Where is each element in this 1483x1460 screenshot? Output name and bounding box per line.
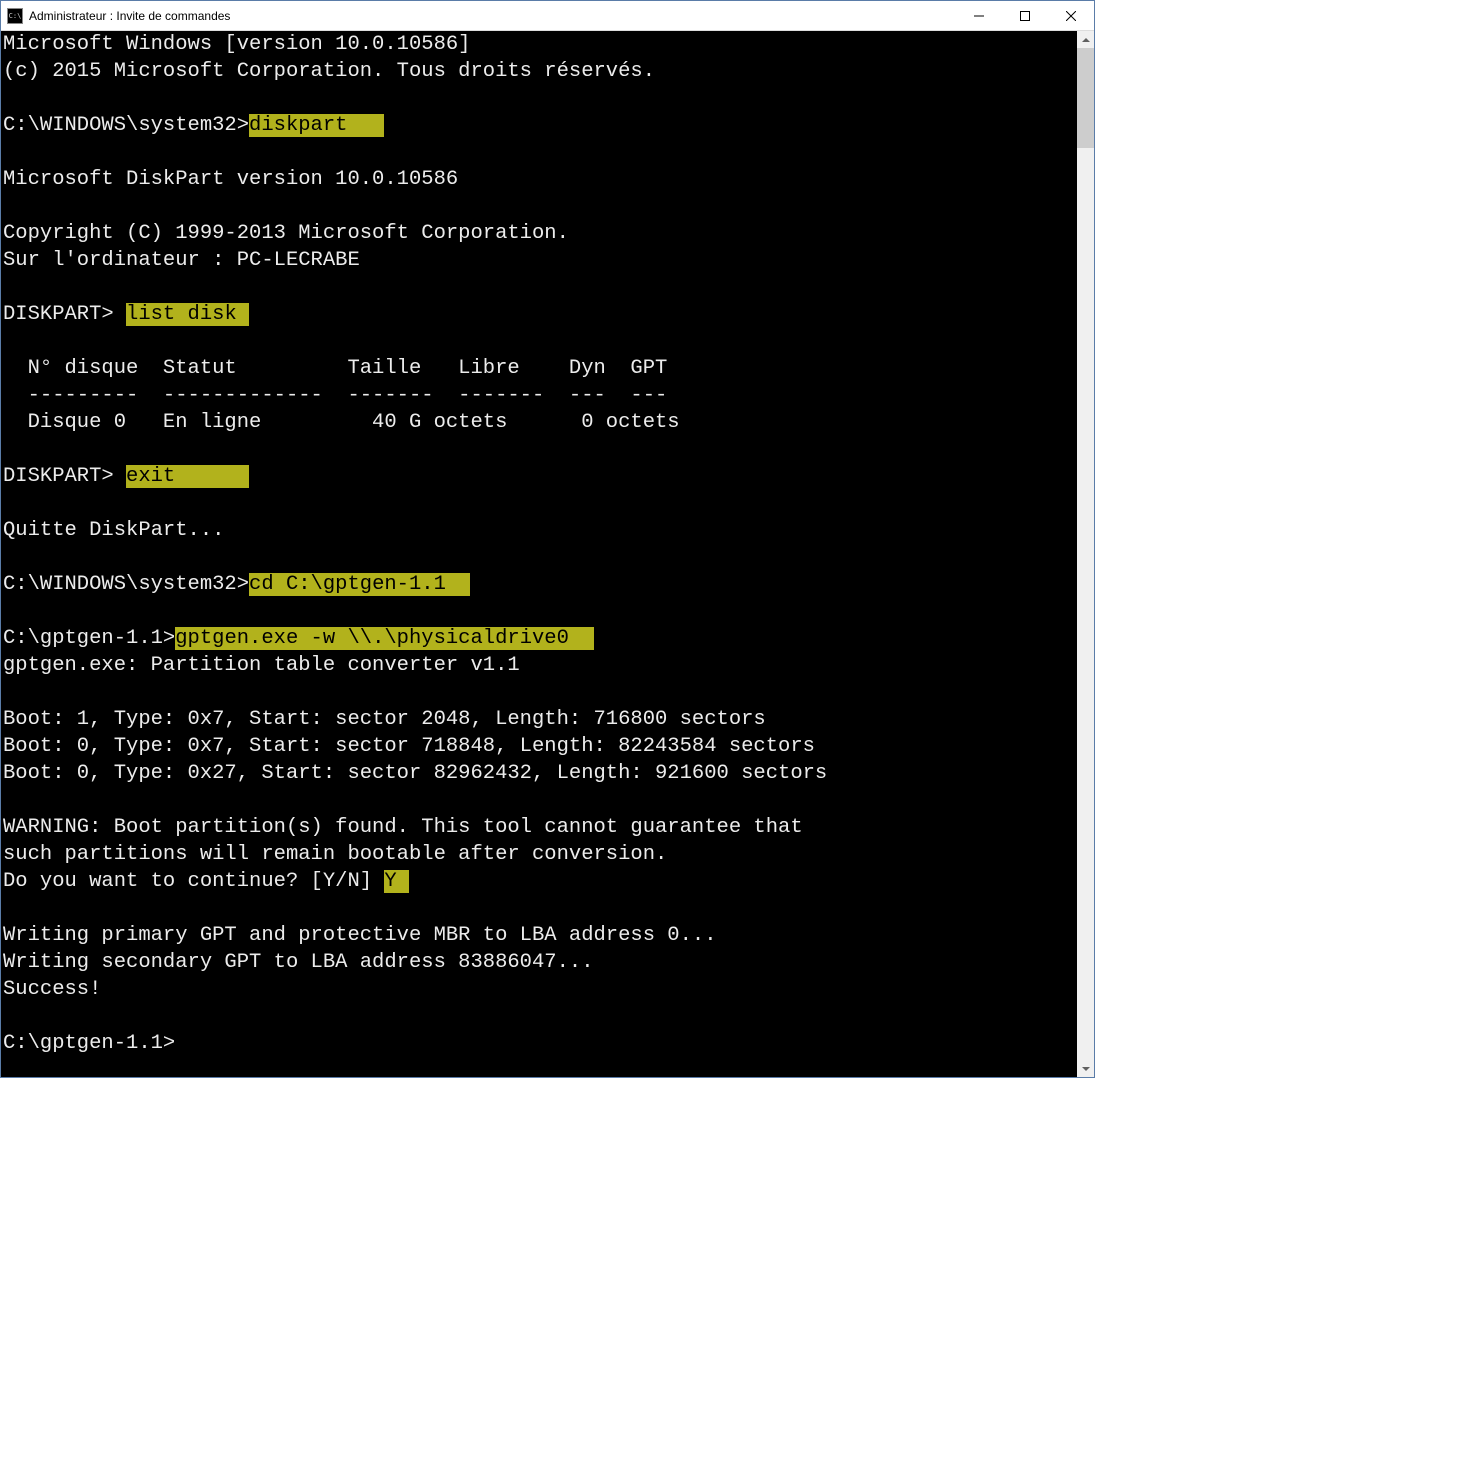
chevron-up-icon <box>1082 38 1090 42</box>
terminal-text: DISKPART> <box>3 303 126 326</box>
window-controls <box>956 1 1094 30</box>
terminal-line <box>3 598 1077 625</box>
terminal-text: Microsoft Windows [version 10.0.10586] <box>3 33 470 56</box>
scroll-down-button[interactable] <box>1077 1060 1094 1077</box>
terminal-line <box>3 274 1077 301</box>
terminal-line: C:\gptgen-1.1> <box>3 1030 1077 1057</box>
terminal-line: Writing secondary GPT to LBA address 838… <box>3 949 1077 976</box>
highlighted-command: diskpart <box>249 114 384 137</box>
terminal-text: Quitte DiskPart... <box>3 519 224 542</box>
terminal-line: gptgen.exe: Partition table converter v1… <box>3 652 1077 679</box>
terminal-line <box>3 787 1077 814</box>
terminal-text: WARNING: Boot partition(s) found. This t… <box>3 816 803 839</box>
chevron-down-icon <box>1082 1067 1090 1071</box>
titlebar[interactable]: C:\ Administrateur : Invite de commandes <box>1 1 1094 31</box>
scroll-up-button[interactable] <box>1077 31 1094 48</box>
close-button[interactable] <box>1048 1 1094 30</box>
terminal-line: (c) 2015 Microsoft Corporation. Tous dro… <box>3 58 1077 85</box>
highlighted-command: exit <box>126 465 249 488</box>
highlighted-command: list disk <box>126 303 249 326</box>
terminal-text: Success! <box>3 978 101 1001</box>
terminal-line: Quitte DiskPart... <box>3 517 1077 544</box>
terminal-line <box>3 193 1077 220</box>
highlighted-command: cd C:\gptgen-1.1 <box>249 573 470 596</box>
vertical-scrollbar[interactable] <box>1077 31 1094 1077</box>
terminal-text: --------- ------------- ------- ------- … <box>3 384 667 407</box>
terminal-line: C:\WINDOWS\system32>diskpart <box>3 112 1077 139</box>
terminal-line <box>3 328 1077 355</box>
terminal-text: Writing secondary GPT to LBA address 838… <box>3 951 594 974</box>
terminal-text: Microsoft DiskPart version 10.0.10586 <box>3 168 458 191</box>
terminal-line: Boot: 0, Type: 0x27, Start: sector 82962… <box>3 760 1077 787</box>
terminal-text: C:\gptgen-1.1> <box>3 1032 175 1055</box>
terminal-line: Writing primary GPT and protective MBR t… <box>3 922 1077 949</box>
terminal-text: N° disque Statut Taille Libre Dyn GPT <box>3 357 667 380</box>
content-area: Microsoft Windows [version 10.0.10586] (c… <box>1 31 1094 1077</box>
cmd-icon: C:\ <box>7 8 23 24</box>
terminal-text: C:\WINDOWS\system32> <box>3 573 249 596</box>
terminal-line <box>3 85 1077 112</box>
terminal-text: Copyright (C) 1999-2013 Microsoft Corpor… <box>3 222 569 245</box>
terminal-text: C:\gptgen-1.1> <box>3 627 175 650</box>
terminal-line: C:\WINDOWS\system32>cd C:\gptgen-1.1 <box>3 571 1077 598</box>
terminal-line: Success! <box>3 976 1077 1003</box>
terminal-line <box>3 436 1077 463</box>
window-title: Administrateur : Invite de commandes <box>29 9 956 23</box>
terminal-text: (c) 2015 Microsoft Corporation. Tous dro… <box>3 60 655 83</box>
terminal-text: Boot: 1, Type: 0x7, Start: sector 2048, … <box>3 708 766 731</box>
terminal-line: C:\gptgen-1.1>gptgen.exe -w \\.\physical… <box>3 625 1077 652</box>
terminal-line: Disque 0 En ligne 40 G octets 0 octets <box>3 409 1077 436</box>
highlighted-command: gptgen.exe -w \\.\physicaldrive0 <box>175 627 593 650</box>
terminal-line: Boot: 0, Type: 0x7, Start: sector 718848… <box>3 733 1077 760</box>
terminal-line <box>3 544 1077 571</box>
terminal-line: Boot: 1, Type: 0x7, Start: sector 2048, … <box>3 706 1077 733</box>
close-icon <box>1066 11 1076 21</box>
terminal-text: DISKPART> <box>3 465 126 488</box>
terminal-line: Microsoft Windows [version 10.0.10586] <box>3 31 1077 58</box>
terminal-text: Disque 0 En ligne 40 G octets 0 octets <box>3 411 680 434</box>
terminal-text: Do you want to continue? [Y/N] <box>3 870 384 893</box>
terminal-text: C:\WINDOWS\system32> <box>3 114 249 137</box>
terminal-line: Sur l'ordinateur : PC-LECRABE <box>3 247 1077 274</box>
terminal-line: Do you want to continue? [Y/N] Y <box>3 868 1077 895</box>
command-prompt-window: C:\ Administrateur : Invite de commandes… <box>0 0 1095 1078</box>
terminal-text: Writing primary GPT and protective MBR t… <box>3 924 717 947</box>
scrollbar-thumb[interactable] <box>1077 48 1094 148</box>
terminal-line: DISKPART> exit <box>3 463 1077 490</box>
terminal-line <box>3 895 1077 922</box>
terminal-line: WARNING: Boot partition(s) found. This t… <box>3 814 1077 841</box>
terminal-line <box>3 1003 1077 1030</box>
terminal-line <box>3 139 1077 166</box>
terminal-line: Copyright (C) 1999-2013 Microsoft Corpor… <box>3 220 1077 247</box>
terminal-line <box>3 679 1077 706</box>
maximize-icon <box>1020 11 1030 21</box>
terminal-line: --------- ------------- ------- ------- … <box>3 382 1077 409</box>
minimize-button[interactable] <box>956 1 1002 30</box>
terminal-text: Sur l'ordinateur : PC-LECRABE <box>3 249 360 272</box>
terminal-text: Boot: 0, Type: 0x7, Start: sector 718848… <box>3 735 815 758</box>
minimize-icon <box>974 11 984 21</box>
terminal-text: such partitions will remain bootable aft… <box>3 843 667 866</box>
terminal-line: Microsoft DiskPart version 10.0.10586 <box>3 166 1077 193</box>
terminal-output[interactable]: Microsoft Windows [version 10.0.10586] (c… <box>1 31 1077 1077</box>
terminal-line <box>3 490 1077 517</box>
terminal-line: DISKPART> list disk <box>3 301 1077 328</box>
maximize-button[interactable] <box>1002 1 1048 30</box>
terminal-line: such partitions will remain bootable aft… <box>3 841 1077 868</box>
terminal-text: Boot: 0, Type: 0x27, Start: sector 82962… <box>3 762 827 785</box>
terminal-text: gptgen.exe: Partition table converter v1… <box>3 654 520 677</box>
highlighted-command: Y <box>384 870 409 893</box>
terminal-line: N° disque Statut Taille Libre Dyn GPT <box>3 355 1077 382</box>
